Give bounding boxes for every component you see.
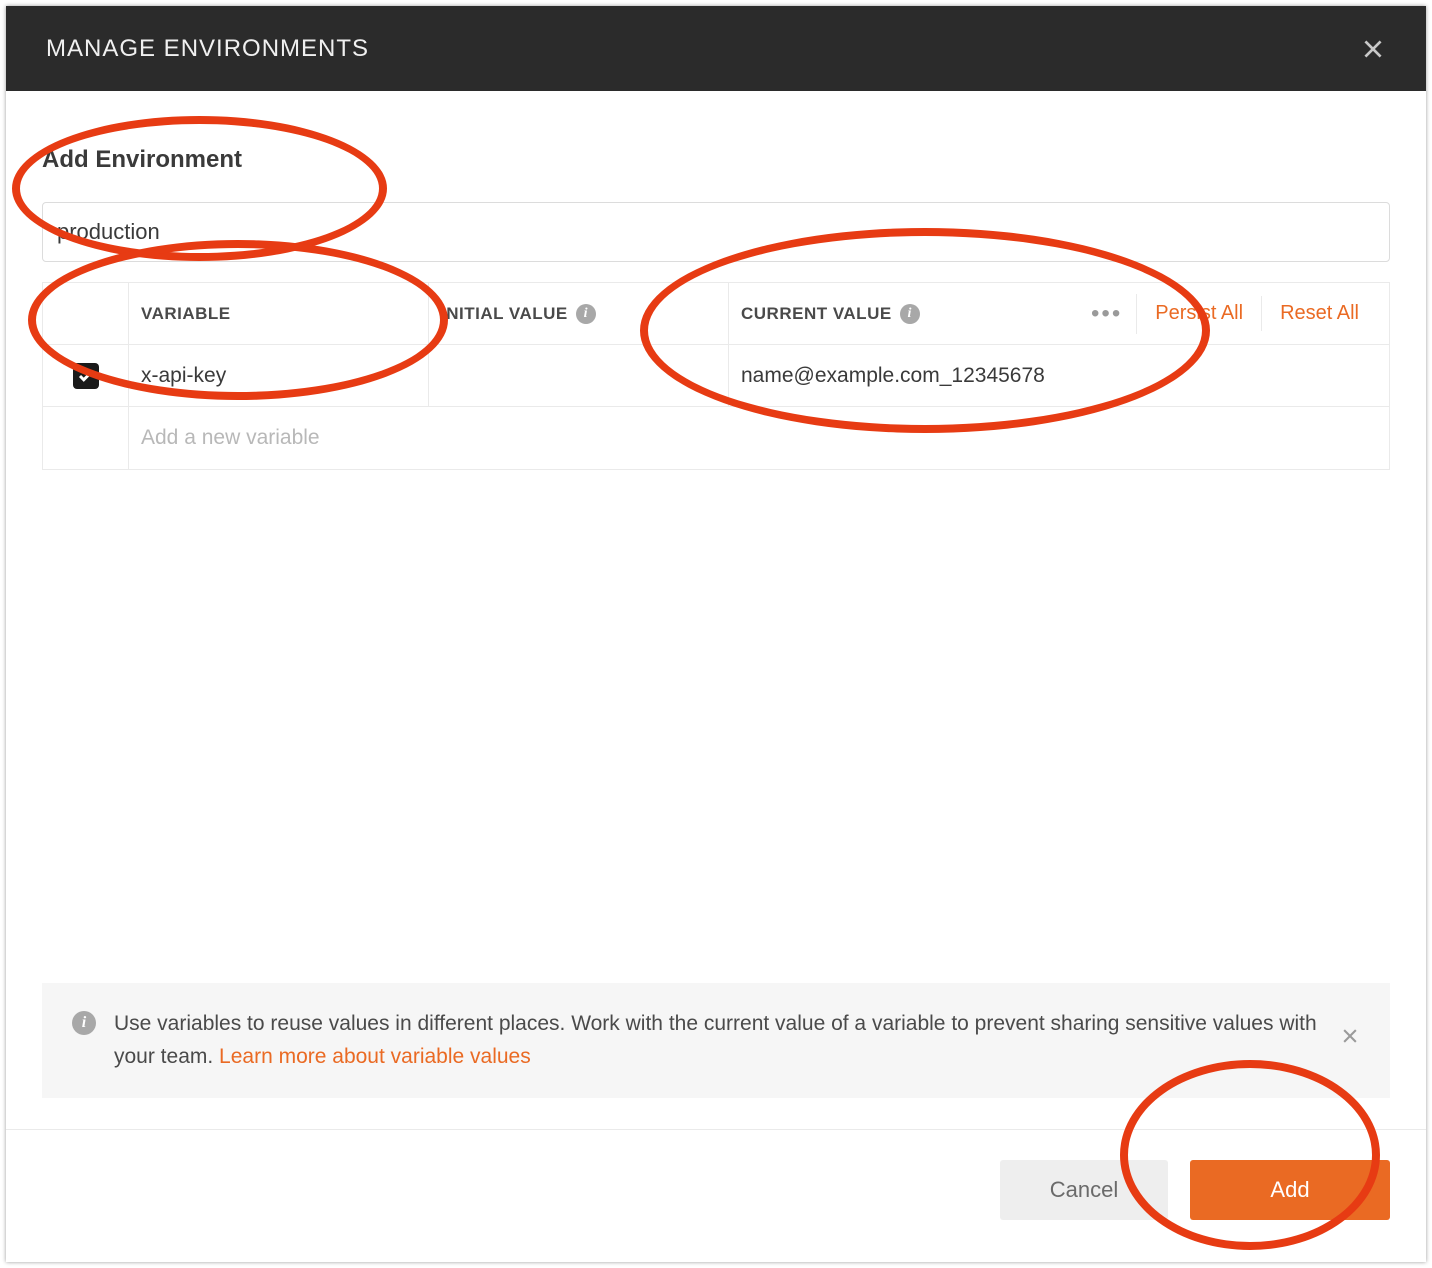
col-variable-label: VARIABLE	[141, 304, 231, 324]
modal-footer: Cancel Add	[6, 1129, 1426, 1262]
variable-name-cell[interactable]: x-api-key	[129, 345, 429, 406]
col-variable-header: VARIABLE	[129, 283, 429, 344]
info-icon[interactable]: i	[900, 304, 920, 324]
banner-close-icon[interactable]	[1340, 1024, 1360, 1056]
table-header-row: VARIABLE INITIAL VALUE i CURRENT VALUE i…	[43, 283, 1389, 345]
row-checkbox-cell	[43, 345, 129, 406]
placeholder-check-cell	[43, 407, 129, 469]
more-icon[interactable]: •••	[1077, 294, 1137, 334]
info-icon: i	[72, 1011, 96, 1035]
row-checkbox[interactable]	[73, 363, 99, 389]
new-variable-placeholder: Add a new variable	[129, 407, 1389, 469]
col-current-label: CURRENT VALUE	[741, 304, 892, 324]
add-button[interactable]: Add	[1190, 1160, 1390, 1220]
variables-table: VARIABLE INITIAL VALUE i CURRENT VALUE i…	[42, 282, 1390, 470]
info-banner: i Use variables to reuse values in diffe…	[42, 983, 1390, 1098]
table-header-actions: ••• Persist All Reset All	[1033, 294, 1389, 334]
current-value: name@example.com_12345678	[741, 364, 1045, 388]
initial-value-cell[interactable]	[429, 345, 729, 406]
current-value-cell[interactable]: name@example.com_12345678	[729, 345, 1389, 406]
banner-text: Use variables to reuse values in differe…	[114, 1007, 1322, 1074]
reset-all-button[interactable]: Reset All	[1261, 296, 1377, 331]
close-icon[interactable]	[1360, 36, 1386, 62]
section-title: Add Environment	[42, 146, 1390, 174]
manage-environments-modal: MANAGE ENVIRONMENTS Add Environment VARI…	[6, 6, 1426, 1262]
environment-name-input[interactable]	[42, 202, 1390, 262]
new-variable-row[interactable]: Add a new variable	[43, 407, 1389, 469]
info-icon[interactable]: i	[576, 304, 596, 324]
learn-more-link[interactable]: Learn more about variable values	[219, 1045, 531, 1068]
col-initial-header: INITIAL VALUE i	[429, 283, 729, 344]
table-row: x-api-key name@example.com_12345678	[43, 345, 1389, 407]
col-current-header: CURRENT VALUE i	[729, 283, 1033, 344]
variable-name: x-api-key	[141, 364, 226, 388]
col-initial-label: INITIAL VALUE	[441, 304, 568, 324]
persist-all-button[interactable]: Persist All	[1137, 296, 1261, 331]
modal-title: MANAGE ENVIRONMENTS	[46, 35, 369, 63]
col-checkbox-header	[43, 283, 129, 344]
modal-header: MANAGE ENVIRONMENTS	[6, 6, 1426, 91]
cancel-button[interactable]: Cancel	[1000, 1160, 1168, 1220]
